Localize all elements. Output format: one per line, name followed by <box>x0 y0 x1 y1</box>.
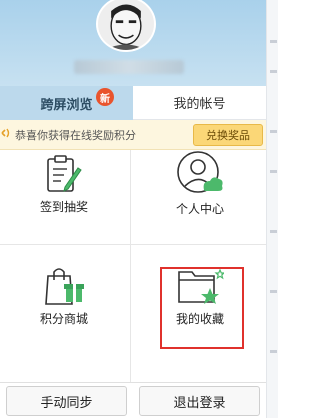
background-text-line <box>270 350 277 353</box>
tab-label: 跨屏浏览 <box>40 97 93 113</box>
username-blurred <box>74 60 184 74</box>
background-text-line <box>270 290 277 293</box>
account-panel: 跨屏浏览 新 我的帐号 恭喜你获得在线奖励积分 兑换奖品 签到抽奖 个人中心 积… <box>0 0 266 418</box>
speaker-icon <box>1 127 13 142</box>
gift-bag-icon <box>45 268 84 305</box>
profile-header <box>0 0 266 86</box>
background-window-edge <box>266 0 278 418</box>
person-cloud-icon <box>177 151 223 193</box>
new-badge: 新 <box>96 88 114 106</box>
background-text-line <box>270 40 277 43</box>
tab-my-account[interactable]: 我的帐号 <box>133 86 266 120</box>
reward-notice: 恭喜你获得在线奖励积分 兑换奖品 <box>0 120 266 150</box>
manual-sync-button[interactable]: 手动同步 <box>6 386 127 416</box>
redeem-prize-button[interactable]: 兑换奖品 <box>193 124 263 146</box>
divider <box>130 150 131 382</box>
notice-text: 恭喜你获得在线奖励积分 <box>15 128 136 142</box>
divider <box>0 244 266 245</box>
item-label: 积分商城 <box>39 312 88 326</box>
item-label: 签到抽奖 <box>39 200 88 214</box>
points-mall-item[interactable]: 积分商城 <box>14 266 114 327</box>
tab-label: 我的帐号 <box>173 97 226 112</box>
tab-bar: 跨屏浏览 新 我的帐号 <box>0 86 266 120</box>
background-text-line <box>270 130 277 133</box>
checkin-lottery-item[interactable]: 签到抽奖 <box>14 154 114 215</box>
background-text-line <box>270 70 277 73</box>
logout-button[interactable]: 退出登录 <box>139 386 260 416</box>
item-label: 个人中心 <box>175 202 224 216</box>
bottom-bar: 手动同步 退出登录 <box>0 382 266 418</box>
personal-center-item[interactable]: 个人中心 <box>150 150 250 217</box>
avatar[interactable] <box>96 0 156 52</box>
favorites-highlight-box <box>160 267 244 349</box>
tab-cross-screen-browse[interactable]: 跨屏浏览 新 <box>0 86 133 120</box>
clipboard-pen-icon <box>47 155 82 192</box>
background-text-line <box>270 230 277 233</box>
background-text-line <box>270 170 277 173</box>
